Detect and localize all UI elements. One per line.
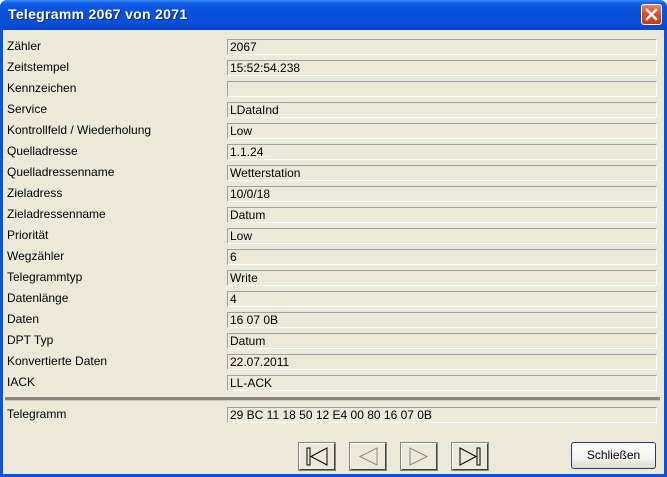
field-label: Konvertierte Daten [7,354,108,368]
first-button[interactable] [298,442,336,471]
telegram-dialog: Telegramm 2067 von 2071 Zähler 2067 Zeitst… [0,0,667,477]
telegram-value: 29 BC 11 18 50 12 E4 00 80 16 07 0B [227,407,657,423]
field-label: Daten [7,312,40,326]
field-label: Zeitstempel [7,60,70,74]
field-label: Zieladress [7,186,63,200]
field-value: Write [227,270,657,286]
field-row: Priorität Low [3,226,664,247]
field-row: Wegzähler 6 [3,247,664,268]
field-value: 16 07 0B [227,312,657,328]
title-bar[interactable]: Telegramm 2067 von 2071 [0,0,667,30]
telegram-row: Telegramm 29 BC 11 18 50 12 E4 00 80 16 … [3,405,664,426]
field-row: Service LDataInd [3,100,664,121]
field-row: Konvertierte Daten 22.07.2011 [3,352,664,373]
window-close-button[interactable] [641,4,662,25]
field-label: Telegrammtyp [7,270,83,284]
field-value: LL-ACK [227,375,657,391]
field-value: Low [227,228,657,244]
field-value: 10/0/18 [227,186,657,202]
field-label: DPT Typ [7,333,54,347]
field-value: 4 [227,291,657,307]
field-label: Service [7,102,48,116]
field-value: 1.1.24 [227,144,657,160]
field-value [227,81,657,97]
window-title: Telegramm 2067 von 2071 [8,6,188,22]
separator [5,397,660,401]
field-value: 22.07.2011 [227,354,657,370]
last-button[interactable] [451,442,489,471]
telegram-label: Telegramm [7,407,67,421]
field-row: Zieladressenname Datum [3,205,664,226]
field-value: 2067 [227,39,657,55]
field-row: Telegrammtyp Write [3,268,664,289]
field-value: 6 [227,249,657,265]
close-icon [645,8,658,21]
field-value: Wetterstation [227,165,657,181]
field-label: Quelladressenname [7,165,115,179]
first-icon [306,447,328,466]
field-row: Zieladress 10/0/18 [3,184,664,205]
previous-icon [358,447,378,466]
field-label: Zähler [7,39,42,53]
field-row: Datenlänge 4 [3,289,664,310]
field-value: LDataInd [227,102,657,118]
field-row: Quelladressenname Wetterstation [3,163,664,184]
close-button[interactable]: Schließen [571,442,656,469]
field-row: DPT Typ Datum [3,331,664,352]
field-value: 15:52:54.238 [227,60,657,76]
field-row: Kennzeichen [3,79,664,100]
field-label: Kontrollfeld / Wiederholung [7,123,152,137]
field-label: Kennzeichen [7,81,77,95]
field-row: Daten 16 07 0B [3,310,664,331]
field-label: Priorität [7,228,49,242]
field-label: Wegzähler [7,249,65,263]
field-label: IACK [7,375,36,389]
field-value: Datum [227,207,657,223]
previous-button[interactable] [349,442,387,471]
next-icon [409,447,429,466]
field-value: Datum [227,333,657,349]
last-icon [459,447,481,466]
field-label: Quelladresse [7,144,78,158]
field-row: Zähler 2067 [3,37,664,58]
field-value: Low [227,123,657,139]
next-button[interactable] [400,442,438,471]
field-row: Kontrollfeld / Wiederholung Low [3,121,664,142]
field-row: Quelladresse 1.1.24 [3,142,664,163]
field-row: Zeitstempel 15:52:54.238 [3,58,664,79]
field-row: IACK LL-ACK [3,373,664,394]
field-label: Datenlänge [7,291,69,305]
field-label: Zieladressenname [7,207,106,221]
dialog-body: Zähler 2067 Zeitstempel 15:52:54.238 Kennzei… [3,30,664,474]
